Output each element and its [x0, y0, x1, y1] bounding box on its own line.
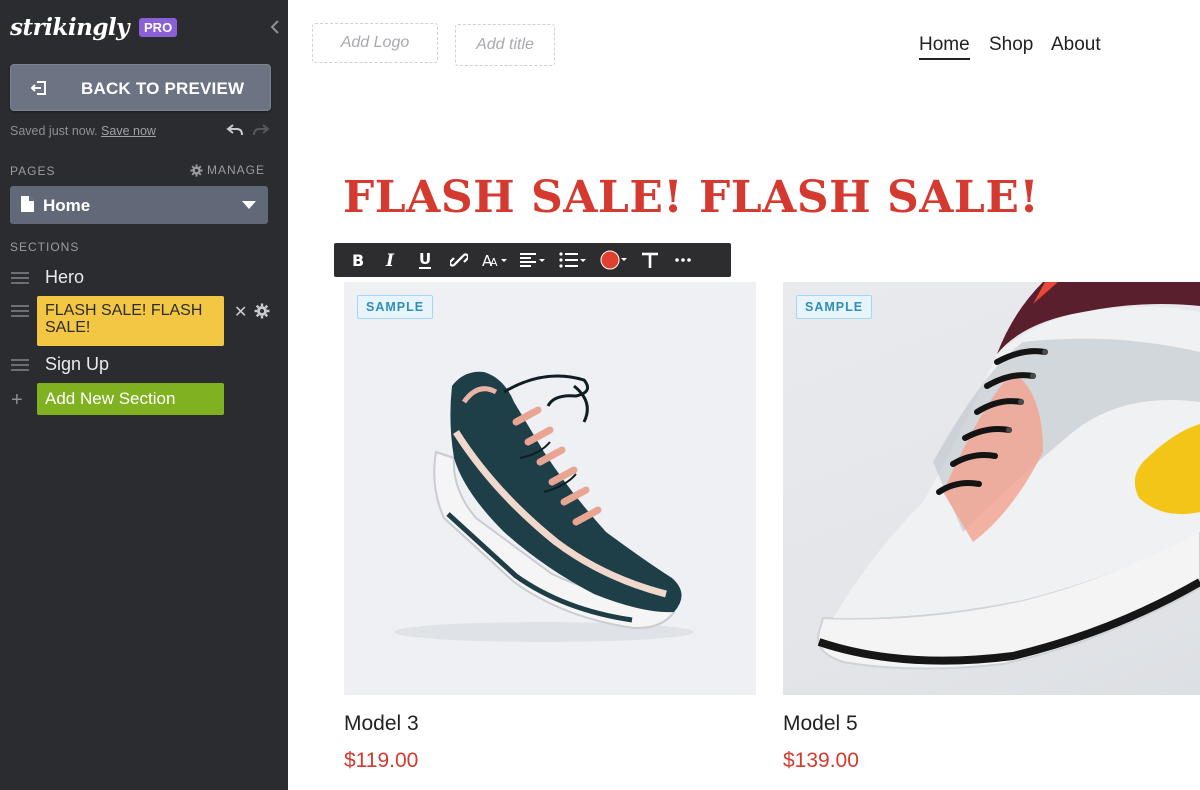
redo-icon[interactable]: [252, 122, 270, 138]
section-item-flash-sale[interactable]: FLASH SALE! FLASH SALE!: [37, 296, 224, 346]
page-select-dropdown[interactable]: Home: [10, 186, 268, 224]
nav-link-shop[interactable]: Shop: [989, 34, 1033, 56]
drag-handle-icon[interactable]: [11, 358, 29, 372]
back-to-preview-label: BACK TO PREVIEW: [81, 79, 245, 98]
manage-pages-button[interactable]: MANAGE: [190, 163, 265, 177]
saved-text: Saved just now.: [10, 124, 98, 138]
pro-badge: PRO: [139, 17, 178, 37]
text-style-icon[interactable]: [634, 243, 666, 277]
section-item-sign-up[interactable]: Sign Up: [45, 354, 109, 375]
save-status: Saved just now. Save now: [10, 124, 156, 138]
sneaker-image: [394, 371, 694, 642]
exit-icon: [29, 78, 49, 98]
manage-label: MANAGE: [207, 163, 266, 177]
section-headline[interactable]: FLASH SALE! FLASH SALE!: [343, 172, 1039, 223]
site-canvas: Add Logo Add title Home Shop About FLASH…: [288, 0, 1200, 790]
more-icon[interactable]: [666, 243, 700, 277]
product-image-model-5[interactable]: SAMPLE: [783, 282, 1200, 695]
text-format-toolbar: B I U AA: [334, 243, 731, 277]
bold-icon[interactable]: B: [342, 243, 374, 277]
current-page-label: Home: [43, 196, 91, 215]
document-icon: [21, 196, 34, 212]
nav-link-about[interactable]: About: [1051, 34, 1101, 56]
font-size-icon[interactable]: AA: [476, 243, 514, 277]
product-name[interactable]: Model 3: [344, 712, 419, 736]
back-to-preview-button[interactable]: BACK TO PREVIEW: [10, 64, 271, 111]
sample-badge: SAMPLE: [796, 295, 873, 319]
section-settings-gear-icon[interactable]: [254, 303, 270, 319]
brand-logo: strikingly: [10, 13, 130, 41]
add-logo-placeholder[interactable]: Add Logo: [312, 23, 438, 63]
underline-icon[interactable]: U: [408, 243, 442, 277]
text-color-icon[interactable]: [594, 243, 634, 277]
delete-section-icon[interactable]: ✕: [234, 302, 247, 322]
sample-badge: SAMPLE: [357, 295, 434, 319]
save-now-link[interactable]: Save now: [101, 124, 156, 138]
add-title-placeholder[interactable]: Add title: [455, 24, 555, 66]
drag-handle-icon[interactable]: [11, 271, 29, 285]
nav-link-home[interactable]: Home: [919, 34, 970, 60]
drag-handle-icon[interactable]: [11, 304, 29, 318]
editor-sidebar: strikingly PRO BACK TO PREVIEW Saved jus…: [0, 0, 288, 790]
align-icon[interactable]: [514, 243, 552, 277]
pages-heading: PAGES: [10, 164, 56, 178]
chevron-down-icon: [242, 201, 256, 209]
list-icon[interactable]: [552, 243, 594, 277]
italic-icon[interactable]: I: [374, 243, 408, 277]
brand: strikingly PRO: [10, 12, 178, 42]
link-icon[interactable]: [442, 243, 476, 277]
collapse-sidebar-icon[interactable]: [268, 18, 282, 36]
svg-text:B: B: [352, 251, 364, 269]
add-new-section-button[interactable]: Add New Section: [37, 383, 224, 415]
plus-icon[interactable]: +: [11, 389, 23, 412]
product-price: $139.00: [783, 749, 859, 772]
product-image-model-3[interactable]: SAMPLE: [344, 282, 756, 695]
product-name[interactable]: Model 5: [783, 712, 858, 736]
section-item-hero[interactable]: Hero: [45, 267, 84, 288]
undo-icon[interactable]: [226, 122, 244, 138]
product-price: $119.00: [344, 749, 419, 772]
svg-text:A: A: [490, 256, 498, 269]
sneaker-image: [817, 282, 1200, 670]
sections-heading: SECTIONS: [10, 240, 80, 254]
gear-icon: [190, 163, 203, 177]
svg-text:I: I: [385, 251, 395, 269]
svg-text:U: U: [419, 250, 431, 268]
